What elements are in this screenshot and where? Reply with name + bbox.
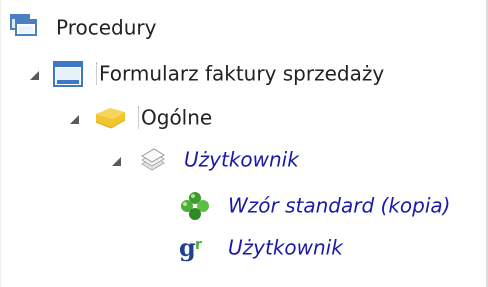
expand-arrow-icon[interactable]: [112, 157, 121, 166]
tree-node-wzor-standard-kopia[interactable]: Wzór standard (kopia): [0, 188, 488, 224]
procedure-tree: Procedury Formularz faktury sprzedaży Og…: [0, 0, 488, 287]
svg-text:r: r: [195, 237, 202, 253]
tree-node-procedury[interactable]: Procedury: [0, 10, 488, 46]
tree-node-label[interactable]: Użytkownik: [228, 238, 343, 258]
tree-node-label[interactable]: Użytkownik: [184, 150, 299, 170]
tree-node-ogolne[interactable]: Ogólne: [0, 100, 488, 136]
document-stack-icon: [136, 144, 168, 176]
tree-node-label[interactable]: Ogólne: [138, 106, 214, 129]
expand-arrow-icon[interactable]: [30, 71, 39, 80]
tree-node-uzytkownik-report[interactable]: g r Użytkownik: [0, 230, 488, 266]
gr-report-icon: g r: [178, 232, 210, 264]
tree-node-formularz-faktury[interactable]: Formularz faktury sprzedaży: [0, 56, 488, 92]
tree-node-label[interactable]: Wzór standard (kopia): [228, 196, 450, 216]
windows-stack-icon: [8, 12, 40, 44]
tree-node-label[interactable]: Procedury: [56, 18, 156, 38]
svg-text:g: g: [179, 233, 196, 262]
yellow-folder-icon: [96, 276, 126, 287]
expand-arrow-icon[interactable]: [70, 115, 79, 124]
yellow-folder-icon: [94, 102, 126, 134]
tree-node-partial[interactable]: [0, 274, 488, 287]
tree-node-label[interactable]: Formularz faktury sprzedaży: [96, 62, 386, 85]
form-window-icon: [52, 58, 84, 90]
tree-node-uzytkownik-group[interactable]: Użytkownik: [0, 142, 488, 178]
green-clover-icon: [178, 190, 210, 222]
